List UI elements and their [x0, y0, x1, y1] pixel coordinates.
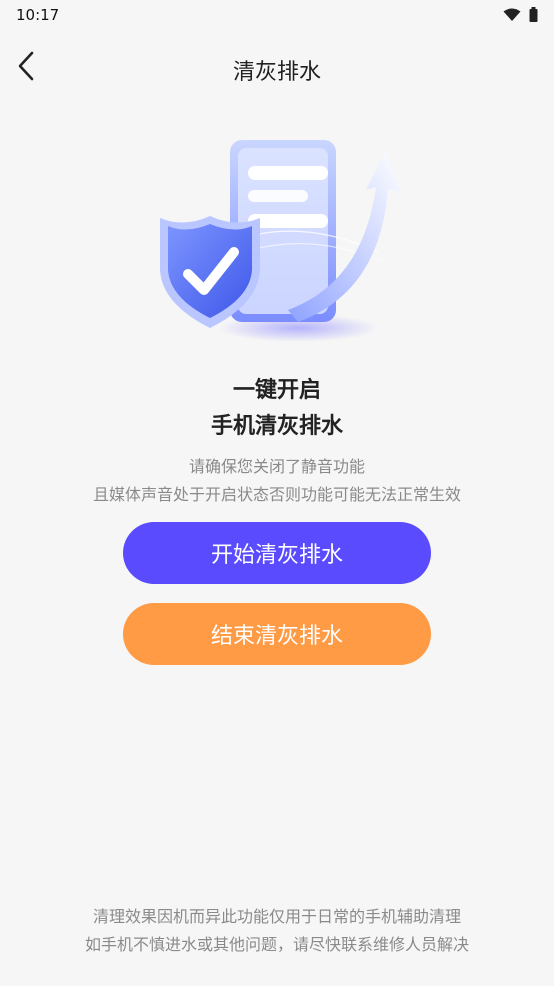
instruction-line2: 且媒体声音处于开启状态否则功能可能无法正常生效 [92, 485, 461, 504]
header: 清灰排水 [0, 40, 554, 96]
footer-note-line2: 如手机不慎进水或其他问题，请尽快联系维修人员解决 [84, 935, 469, 954]
status-bar: 10:17 [0, 0, 554, 30]
wifi-icon [503, 8, 521, 22]
headline-line1: 一键开启 [232, 378, 321, 403]
start-cleaning-button[interactable]: 开始清灰排水 [123, 522, 431, 584]
phone-shield-illustration [148, 132, 408, 352]
page-title: 清灰排水 [232, 60, 321, 85]
footer-note-line1: 清理效果因机而异此功能仅用于日常的手机辅助清理 [92, 907, 461, 926]
headline-line2: 手机清灰排水 [210, 414, 343, 439]
instruction-line1: 请确保您关闭了静音功能 [188, 457, 365, 476]
battery-icon [529, 7, 538, 22]
status-time: 10:17 [16, 6, 60, 24]
stop-cleaning-button[interactable]: 结束清灰排水 [123, 603, 431, 665]
status-icons [503, 7, 538, 22]
